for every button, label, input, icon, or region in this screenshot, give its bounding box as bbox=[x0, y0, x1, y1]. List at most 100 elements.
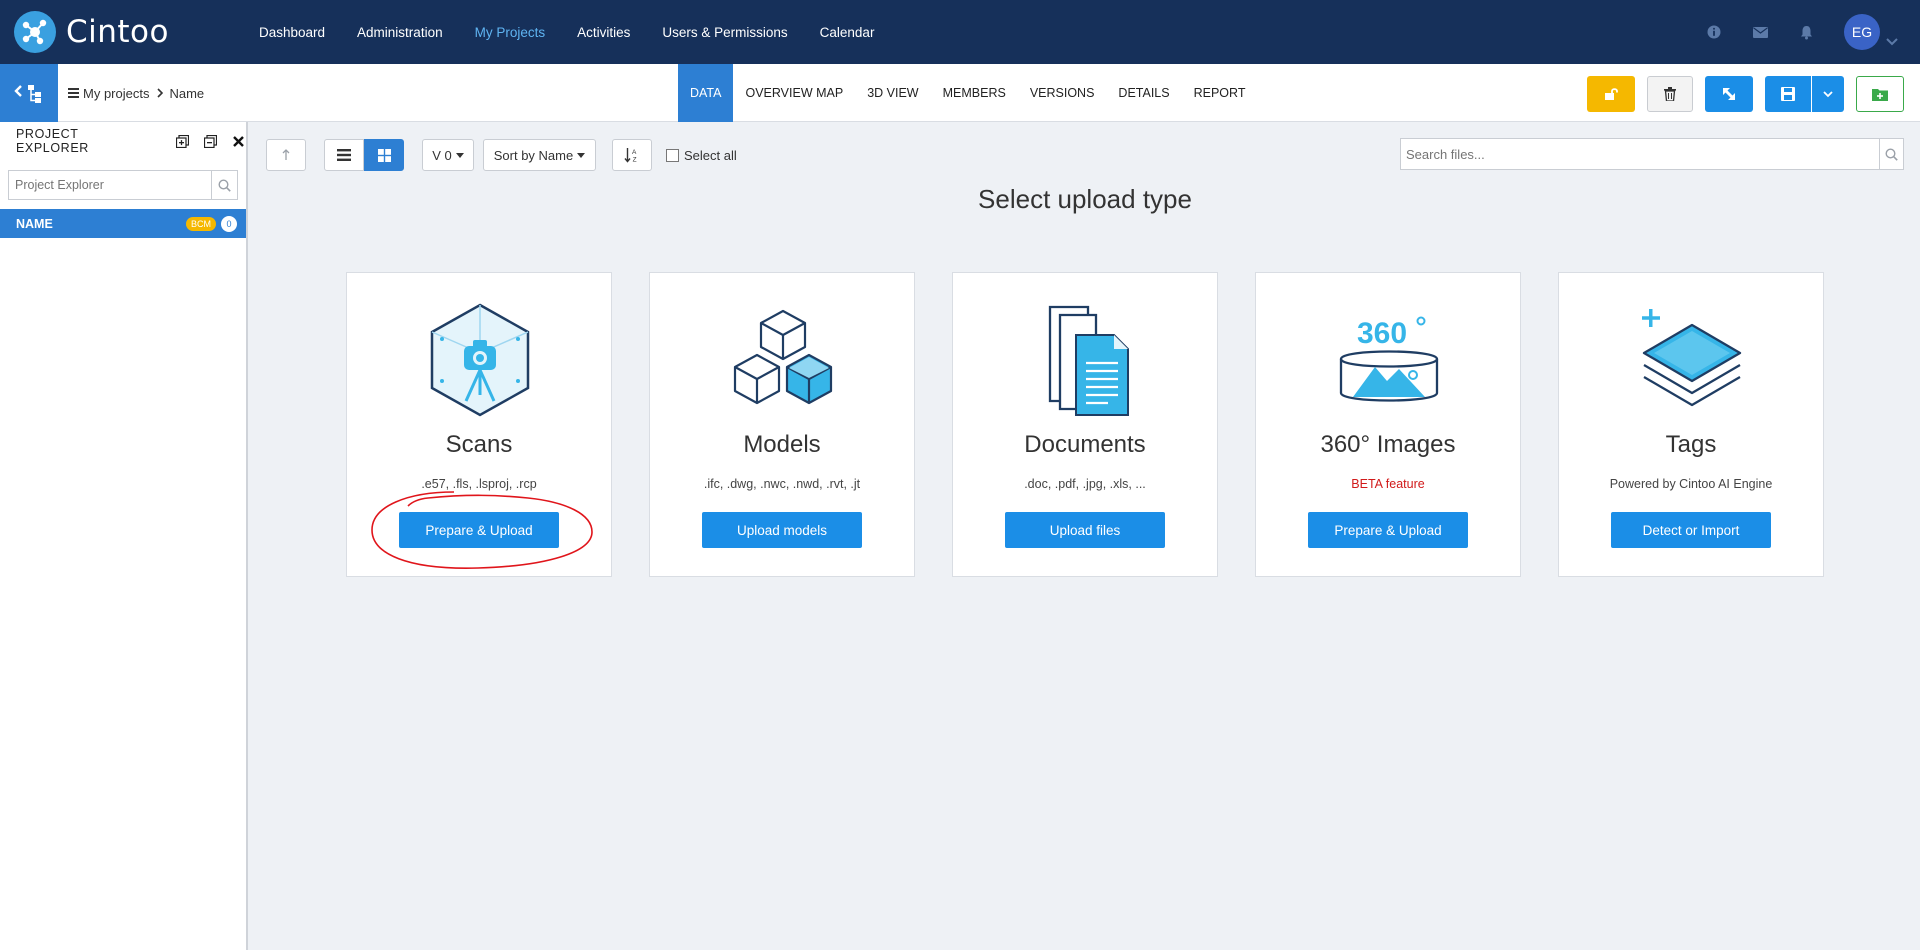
toggle-project-explorer-button[interactable] bbox=[0, 64, 58, 122]
detect-import-button[interactable]: Detect or Import bbox=[1611, 512, 1771, 548]
file-search bbox=[1400, 138, 1904, 170]
chevron-right-icon bbox=[157, 86, 164, 101]
project-explorer-search-input[interactable] bbox=[9, 171, 211, 199]
panorama-360-icon: 360 bbox=[1329, 301, 1449, 419]
save-icon bbox=[1781, 87, 1795, 101]
project-explorer-panel: PROJECT EXPLORER NAME BCM 0 bbox=[0, 122, 248, 950]
search-icon[interactable] bbox=[1879, 139, 1903, 169]
parent-folder-button[interactable] bbox=[266, 139, 306, 171]
list-view-button[interactable] bbox=[324, 139, 364, 171]
card-title: Tags bbox=[1665, 431, 1717, 458]
upload-card-360-images: 360 360° Images BETA feature Prepare & U… bbox=[1255, 272, 1521, 577]
hamburger-icon[interactable] bbox=[68, 86, 83, 101]
upload-models-button[interactable]: Upload models bbox=[702, 512, 862, 548]
card-subtitle: .doc, .pdf, .jpg, .xls, ... bbox=[1024, 477, 1146, 491]
version-select[interactable]: V 0 bbox=[422, 139, 474, 171]
expand-all-icon[interactable] bbox=[174, 133, 190, 149]
sort-ascending-icon: A Z bbox=[624, 148, 637, 164]
unlock-icon bbox=[1605, 88, 1618, 100]
upload-card-tags: Tags Powered by Cintoo AI Engine Detect … bbox=[1558, 272, 1824, 577]
card-title: Scans bbox=[445, 431, 513, 458]
nav-dashboard[interactable]: Dashboard bbox=[259, 25, 325, 40]
prepare-upload-360-button[interactable]: Prepare & Upload bbox=[1308, 512, 1468, 548]
file-search-input[interactable] bbox=[1401, 139, 1879, 169]
nav-users-permissions[interactable]: Users & Permissions bbox=[662, 25, 787, 40]
sort-order-button[interactable]: A Z bbox=[612, 139, 652, 171]
project-tree-node[interactable]: NAME BCM 0 bbox=[0, 209, 246, 238]
delete-button[interactable] bbox=[1647, 76, 1693, 112]
user-avatar[interactable]: EG bbox=[1844, 14, 1880, 50]
arrow-up-icon bbox=[282, 149, 290, 160]
project-explorer-title: PROJECT EXPLORER bbox=[16, 127, 89, 155]
upload-files-button[interactable]: Upload files bbox=[1005, 512, 1165, 548]
project-subbar: My projects Name DATA OVERVIEW MAP 3D VI… bbox=[0, 64, 1920, 122]
mail-icon[interactable] bbox=[1752, 24, 1768, 40]
version-value: V 0 bbox=[432, 147, 452, 163]
breadcrumb-current: Name bbox=[169, 85, 205, 101]
list-icon bbox=[337, 149, 351, 161]
chevron-left-icon bbox=[14, 85, 22, 97]
share-button[interactable] bbox=[1705, 76, 1753, 112]
svg-text:Z: Z bbox=[633, 157, 637, 164]
grid-view-button[interactable] bbox=[364, 139, 404, 171]
tab-members[interactable]: MEMBERS bbox=[931, 64, 1018, 122]
file-toolbar: V 0 Sort by Name A Z Select all bbox=[266, 139, 737, 171]
svg-text:A: A bbox=[632, 149, 637, 156]
upload-card-documents: Documents .doc, .pdf, .jpg, .xls, ... Up… bbox=[952, 272, 1218, 577]
tab-3d-view[interactable]: 3D VIEW bbox=[855, 64, 930, 122]
page-title: Select upload type bbox=[978, 184, 1192, 214]
caret-down-icon bbox=[577, 152, 586, 158]
cubes-icon bbox=[723, 301, 843, 419]
tags-layers-icon bbox=[1632, 301, 1752, 419]
card-subtitle: .ifc, .dwg, .nwc, .nwd, .rvt, .jt bbox=[703, 477, 861, 491]
nav-my-projects[interactable]: My Projects bbox=[475, 25, 546, 40]
caret-down-icon bbox=[455, 152, 464, 158]
documents-icon bbox=[1026, 301, 1146, 419]
breadcrumb-my-projects[interactable]: My projects bbox=[83, 86, 149, 101]
brand-name: Cintoo bbox=[66, 14, 169, 50]
search-icon[interactable] bbox=[211, 171, 237, 199]
tab-data[interactable]: DATA bbox=[678, 64, 734, 122]
highlight-annotation bbox=[371, 491, 593, 569]
svg-text:360: 360 bbox=[1357, 317, 1407, 350]
chevron-down-icon bbox=[1823, 90, 1833, 97]
card-title: 360° Images bbox=[1320, 431, 1456, 458]
project-tabs: DATA OVERVIEW MAP 3D VIEW MEMBERS VERSIO… bbox=[678, 64, 1257, 122]
bcm-badge: BCM bbox=[186, 216, 216, 231]
select-all-checkbox[interactable]: Select all bbox=[666, 148, 737, 163]
project-node-label: NAME bbox=[16, 216, 53, 231]
project-explorer-search bbox=[8, 170, 238, 200]
nav-activities[interactable]: Activities bbox=[577, 25, 630, 40]
save-button[interactable] bbox=[1765, 76, 1811, 112]
main-menu: Dashboard Administration My Projects Act… bbox=[259, 0, 906, 64]
top-right-icons: EG bbox=[1706, 0, 1920, 64]
beta-feature-label: BETA feature bbox=[1351, 477, 1425, 491]
share-icon bbox=[1723, 88, 1735, 100]
tab-overview-map[interactable]: OVERVIEW MAP bbox=[733, 64, 855, 122]
collapse-all-icon[interactable] bbox=[202, 133, 218, 149]
grid-icon bbox=[377, 148, 391, 162]
info-icon[interactable] bbox=[1706, 24, 1722, 40]
save-options-dropdown[interactable] bbox=[1812, 76, 1844, 112]
tab-report[interactable]: REPORT bbox=[1182, 64, 1258, 122]
unlock-button[interactable] bbox=[1587, 76, 1635, 112]
nav-administration[interactable]: Administration bbox=[357, 25, 443, 40]
nav-calendar[interactable]: Calendar bbox=[820, 25, 875, 40]
upload-card-models: Models .ifc, .dwg, .nwc, .nwd, .rvt, .jt… bbox=[649, 272, 915, 577]
checkbox[interactable] bbox=[666, 148, 679, 162]
tab-details[interactable]: DETAILS bbox=[1106, 64, 1181, 122]
bell-icon[interactable] bbox=[1798, 24, 1814, 40]
card-title: Documents bbox=[1024, 431, 1146, 458]
sort-value: Sort by Name bbox=[493, 147, 574, 163]
logo-icon bbox=[14, 11, 56, 53]
tab-versions[interactable]: VERSIONS bbox=[1018, 64, 1107, 122]
new-folder-button[interactable] bbox=[1856, 76, 1904, 112]
select-all-label: Select all bbox=[684, 147, 737, 163]
close-icon[interactable] bbox=[230, 133, 246, 149]
chevron-down-icon[interactable] bbox=[1886, 33, 1898, 46]
sort-select[interactable]: Sort by Name bbox=[483, 139, 596, 171]
top-navigation-bar: Cintoo Dashboard Administration My Proje… bbox=[0, 0, 1920, 64]
cintoo-logo[interactable]: Cintoo bbox=[14, 11, 169, 53]
trash-icon bbox=[1664, 87, 1676, 101]
card-title: Models bbox=[743, 431, 821, 458]
